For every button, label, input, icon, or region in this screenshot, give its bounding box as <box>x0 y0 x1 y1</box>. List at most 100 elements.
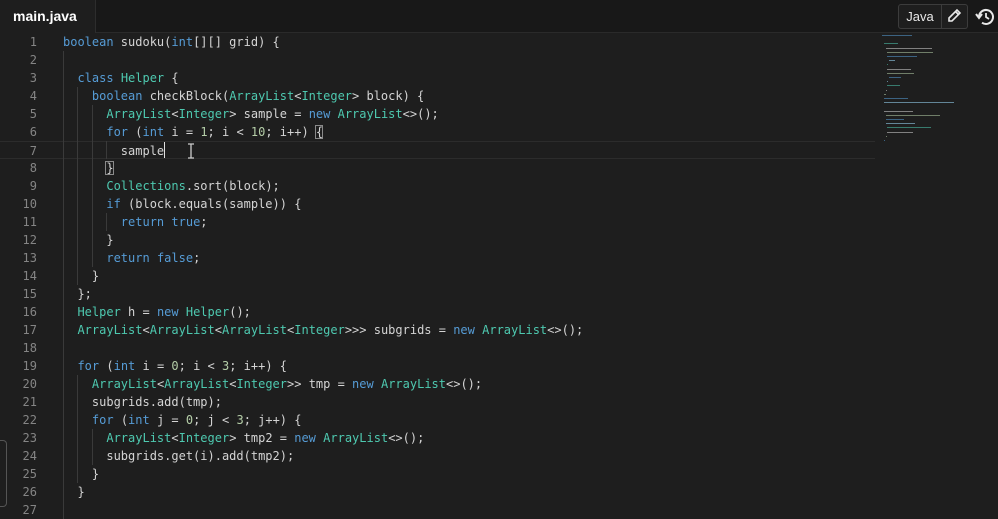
code-line[interactable]: 16 Helper h = new Helper(); <box>0 303 875 321</box>
minimap-line <box>883 140 885 141</box>
code-line[interactable]: 17 ArrayList<ArrayList<ArrayList<Integer… <box>0 321 875 339</box>
line-number: 5 <box>29 107 37 121</box>
indent-guide <box>106 213 108 231</box>
line-code: Helper h = new Helper(); <box>77 305 251 319</box>
code-line[interactable]: 27 <box>0 501 875 519</box>
history-icon <box>975 8 994 25</box>
line-code: boolean sudoku(int[][] grid) { <box>63 35 280 49</box>
line-code: return true; <box>120 215 208 229</box>
code-line[interactable]: 4 boolean checkBlock(ArrayList<Integer> … <box>0 87 875 105</box>
line-code: Collections.sort(block); <box>106 179 280 193</box>
minimap-line <box>885 123 915 125</box>
text-cursor-icon <box>188 143 194 159</box>
text-caret <box>164 142 166 158</box>
code-line[interactable]: 11 return true; <box>0 213 875 231</box>
line-number: 14 <box>22 269 37 283</box>
line-number: 16 <box>22 305 37 319</box>
code-line[interactable]: 9 Collections.sort(block); <box>0 177 875 195</box>
minimap-line <box>887 131 914 133</box>
line-number: 21 <box>22 395 37 409</box>
line-number: 22 <box>22 413 37 427</box>
code-line[interactable]: 20 ArrayList<ArrayList<Integer>> tmp = n… <box>0 375 875 393</box>
code-line[interactable]: 25 } <box>0 465 875 483</box>
line-number: 6 <box>29 125 37 139</box>
line-code: for (int j = 0; j < 3; j++) { <box>91 413 302 427</box>
minimap[interactable] <box>880 33 970 183</box>
indent-guide <box>91 429 93 465</box>
line-code: }; <box>63 287 92 301</box>
code-line[interactable]: 1 boolean sudoku(int[][] grid) { <box>0 33 875 51</box>
line-number: 11 <box>22 215 37 229</box>
line-code: } <box>63 269 100 283</box>
edit-button[interactable] <box>942 4 968 29</box>
code-editor[interactable]: 1 boolean sudoku(int[][] grid) { 2 3 class … <box>0 33 998 519</box>
line-number: 15 <box>22 287 37 301</box>
line-number: 13 <box>22 251 37 265</box>
line-code: if (block.equals(sample)) { <box>106 197 302 211</box>
code-line[interactable]: 21 subgrids.add(tmp); <box>0 393 875 411</box>
line-number: 8 <box>29 161 37 175</box>
code-line[interactable]: 5 ArrayList<Integer> sample = new ArrayL… <box>0 105 875 123</box>
minimap-line <box>885 89 887 91</box>
line-code: } <box>63 467 100 481</box>
line-number: 17 <box>22 323 37 337</box>
minimap-line <box>889 77 902 78</box>
code-line[interactable]: 22 for (int j = 0; j < 3; j++) { <box>0 411 875 429</box>
reset-button[interactable] <box>974 5 998 29</box>
line-code: } <box>63 485 85 499</box>
vertical-scrollbar[interactable] <box>986 33 998 517</box>
line-number: 10 <box>22 197 37 211</box>
code-line[interactable]: 23 ArrayList<Integer> tmp2 = new ArrayLi… <box>0 429 875 447</box>
code-line[interactable]: 24 subgrids.get(i).add(tmp2); <box>0 447 875 465</box>
minimap-line <box>889 60 896 62</box>
line-code: boolean checkBlock(ArrayList<Integer> bl… <box>91 89 425 103</box>
minimap-line <box>887 81 889 83</box>
code-line[interactable]: 19 for (int i = 0; i < 3; i++) { <box>0 357 875 375</box>
line-code: class Helper { <box>77 71 179 85</box>
code-line[interactable]: 10 if (block.equals(sample)) { <box>0 195 875 213</box>
minimap-line <box>887 68 912 70</box>
code-line[interactable]: 15 }; <box>0 285 875 303</box>
editor-header: main.java Java <box>0 0 998 33</box>
minimap-line <box>887 51 934 53</box>
minimap-line <box>883 110 913 112</box>
minimap-line <box>887 72 915 74</box>
code-line[interactable]: 13 return false; <box>0 249 875 267</box>
code-line[interactable]: 7 sample <box>0 141 875 159</box>
minimap-line <box>885 114 940 116</box>
line-number: 19 <box>22 359 37 373</box>
line-number: 4 <box>29 89 37 103</box>
line-number: 2 <box>29 53 37 67</box>
minimap-line <box>885 135 887 137</box>
minimap-line <box>883 102 954 104</box>
line-code: return false; <box>106 251 201 265</box>
line-number: 9 <box>29 179 37 193</box>
line-code: ArrayList<ArrayList<Integer>> tmp = new … <box>91 377 483 391</box>
tab-strip <box>96 0 998 33</box>
code-line[interactable]: 8 } <box>0 159 875 177</box>
language-selector[interactable]: Java <box>898 4 942 29</box>
line-code: subgrids.add(tmp); <box>63 395 222 409</box>
code-line[interactable]: 3 class Helper { <box>0 69 875 87</box>
minimap-line <box>882 35 912 36</box>
line-number: 20 <box>22 377 37 391</box>
minimap-line <box>885 119 904 120</box>
line-code: ArrayList<Integer> tmp2 = new ArrayList<… <box>106 431 425 445</box>
minimap-line <box>887 127 932 129</box>
pencil-icon <box>948 8 962 22</box>
code-line[interactable]: 26 } <box>0 483 875 501</box>
side-panel-handle[interactable] <box>0 440 7 507</box>
line-number: 1 <box>29 35 37 49</box>
minimap-line <box>885 47 932 49</box>
code-line[interactable]: 2 <box>0 51 875 69</box>
code-line[interactable]: 18 <box>0 339 875 357</box>
indent-guide <box>91 105 93 267</box>
code-line[interactable]: 6 for (int i = 1; i < 10; i++) { <box>0 123 875 141</box>
line-code: subgrids.get(i).add(tmp2); <box>63 449 295 463</box>
bracket-match-highlight <box>105 161 114 175</box>
indent-guide <box>77 87 79 285</box>
code-line[interactable]: 12 } <box>0 231 875 249</box>
indent-guide <box>63 51 64 519</box>
code-line[interactable]: 14 } <box>0 267 875 285</box>
tab-main-java[interactable]: main.java <box>0 0 96 33</box>
